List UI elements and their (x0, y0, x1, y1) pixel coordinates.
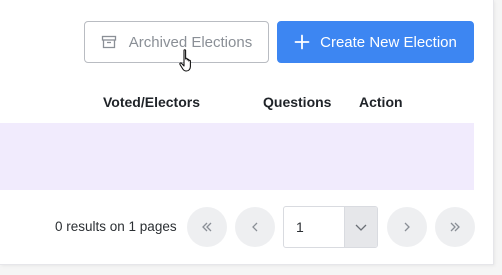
page-select[interactable]: 1 (283, 206, 378, 248)
chevron-left-icon (252, 222, 258, 232)
column-header-action: Action (359, 94, 403, 110)
plus-icon (294, 34, 310, 50)
page-select-value: 1 (296, 219, 304, 235)
dropdown-toggle[interactable] (344, 207, 377, 247)
archived-elections-button[interactable]: Archived Elections (84, 21, 269, 63)
last-page-button[interactable] (435, 207, 475, 247)
column-header-voted-electors: Voted/Electors (103, 94, 200, 110)
elections-card: Archived Elections Create New Election V… (0, 0, 494, 265)
archive-box-icon (101, 34, 117, 50)
hand-pointer-cursor (179, 49, 191, 72)
create-new-election-button[interactable]: Create New Election (277, 21, 474, 63)
first-page-button[interactable] (187, 207, 227, 247)
empty-table-row (0, 123, 474, 190)
double-chevron-right-icon (450, 222, 460, 232)
results-summary: 0 results on 1 pages (55, 219, 177, 234)
create-new-election-label: Create New Election (320, 33, 457, 51)
chevron-down-icon (355, 224, 367, 231)
previous-page-button[interactable] (235, 207, 275, 247)
next-page-button[interactable] (387, 207, 427, 247)
column-header-questions: Questions (263, 94, 332, 110)
double-chevron-left-icon (202, 222, 212, 232)
chevron-right-icon (404, 222, 410, 232)
